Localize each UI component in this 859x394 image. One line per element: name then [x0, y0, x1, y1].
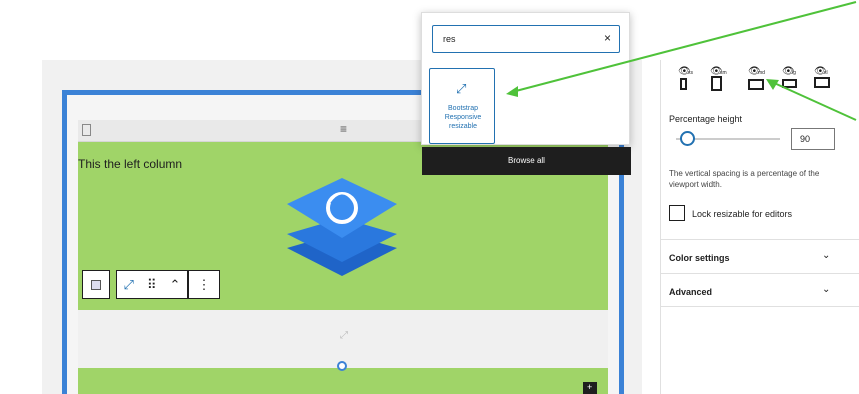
annotation-arrows	[506, 1, 857, 121]
arrowhead-result	[506, 86, 518, 97]
annotation-arrow-to-device	[771, 81, 857, 121]
annotation-arrow-to-result	[511, 1, 857, 93]
